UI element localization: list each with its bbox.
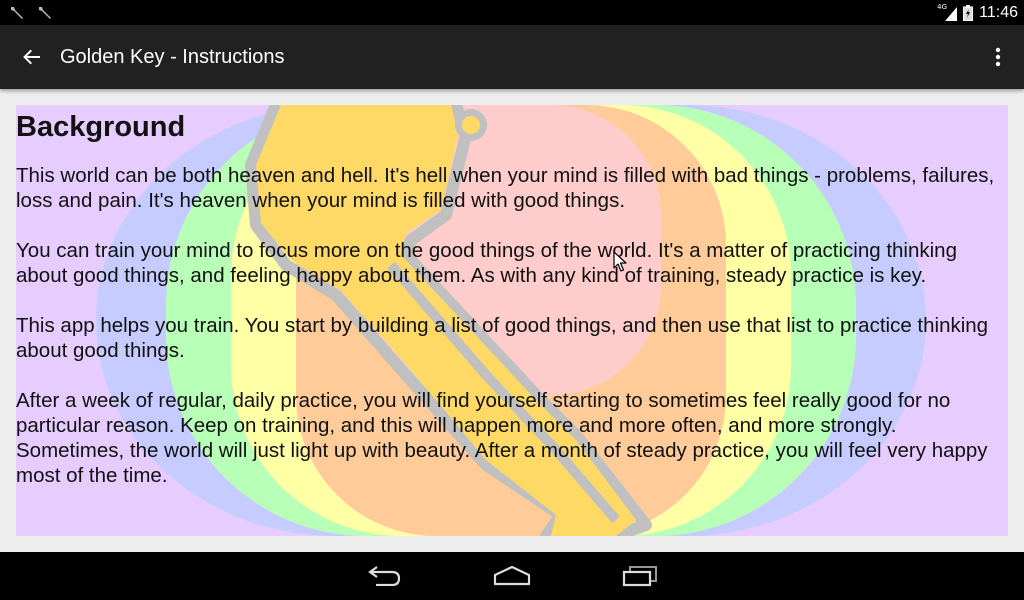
home-nav-icon <box>493 565 531 586</box>
paragraph-4: After a week of regular, daily practice,… <box>16 389 988 487</box>
tool-icon <box>39 7 51 19</box>
instructions-content[interactable]: Background This world can be both heaven… <box>16 105 1008 536</box>
status-right-icons: 4G 11:46 <box>937 0 1018 25</box>
back-button[interactable] <box>12 37 52 77</box>
recents-nav-icon <box>622 566 657 587</box>
arrow-back-icon <box>23 49 40 65</box>
status-left-icons <box>8 3 54 23</box>
tool-icon <box>11 7 23 19</box>
section-heading: Background <box>16 111 186 143</box>
paragraph-3: This app helps you train. You start by b… <box>16 314 989 362</box>
overflow-menu-button[interactable] <box>980 37 1016 77</box>
nav-home-button[interactable] <box>472 556 552 596</box>
paragraph-2: You can train your mind to focus more on… <box>16 239 957 287</box>
back-nav-icon <box>368 566 401 586</box>
nav-recents-button[interactable] <box>600 556 680 596</box>
battery-icon <box>963 4 974 21</box>
status-bar: 4G 11:46 <box>0 0 1024 25</box>
paragraph-1: This world can be both heaven and hell. … <box>16 164 995 212</box>
system-nav-bar <box>0 552 1024 600</box>
mouse-cursor-icon <box>613 251 627 272</box>
status-time: 11:46 <box>979 3 1018 21</box>
page-title: Golden Key - Instructions <box>60 46 285 68</box>
signal-icon: 4G <box>937 3 958 21</box>
more-vert-icon <box>995 47 1001 67</box>
app-bar: Golden Key - Instructions <box>0 25 1024 89</box>
instructions-text: Background This world can be both heaven… <box>16 105 1008 488</box>
nav-back-button[interactable] <box>344 556 424 596</box>
